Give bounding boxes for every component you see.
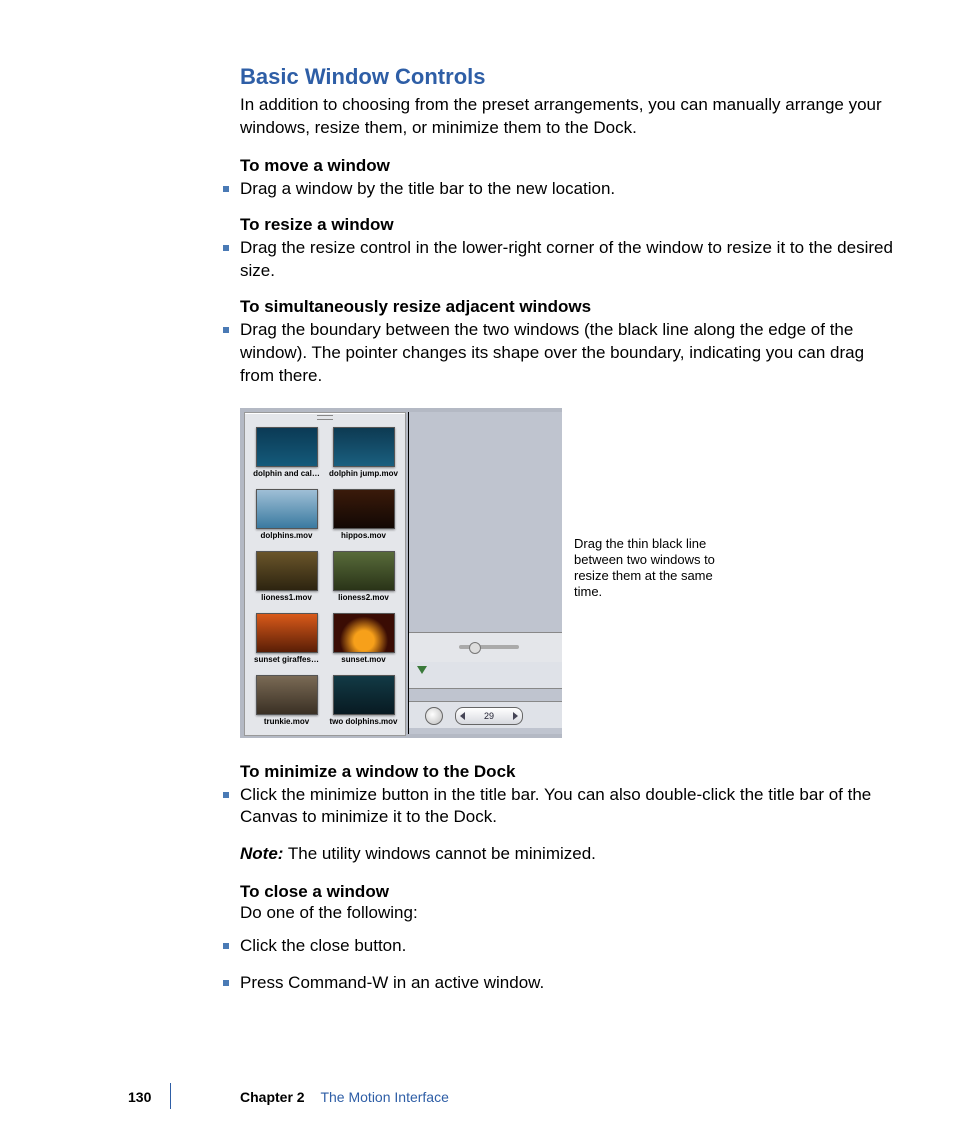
thumbnail-cell: two dolphins.mov [328, 675, 399, 733]
timeline-pane: 29 [408, 412, 562, 734]
subhead-move: To move a window [240, 156, 898, 176]
thumbnail-cell: sunset.mov [328, 613, 399, 671]
thumbnail-image [256, 551, 318, 591]
thumbnail-label: sunset giraffes… [252, 655, 322, 664]
thumbnail-label: hippos.mov [329, 531, 399, 540]
note-label: Note: [240, 844, 283, 863]
thumbnail-label: trunkie.mov [252, 717, 322, 726]
file-browser-pane: dolphin and cal… dolphin jump.mov dolphins… [244, 412, 406, 736]
figure-callout: Drag the thin black line between two win… [574, 536, 734, 601]
timeline-transport: 29 [409, 701, 562, 728]
thumbnail-image [256, 427, 318, 467]
page-number: 130 [128, 1089, 151, 1105]
subhead-simultaneous-resize: To simultaneously resize adjacent window… [240, 297, 898, 317]
bullet-minimize: Click the minimize button in the title b… [240, 784, 898, 830]
playhead-marker-icon [417, 666, 427, 674]
thumbnail-image [256, 675, 318, 715]
thumbnail-image [256, 613, 318, 653]
timeline-ruler [409, 632, 562, 664]
thumbnail-image [333, 427, 395, 467]
thumbnail-cell: dolphin jump.mov [328, 427, 399, 485]
thumbnail-label: sunset.mov [329, 655, 399, 664]
timeline-track [409, 662, 562, 689]
thumbnail-cell: dolphin and cal… [251, 427, 322, 485]
thumbnail-image [256, 489, 318, 529]
bullet-resize: Drag the resize control in the lower-rig… [240, 237, 898, 283]
footer-rule [170, 1083, 171, 1109]
frame-counter: 29 [455, 707, 523, 725]
zoom-slider [459, 645, 519, 649]
bullet-move: Drag a window by the title bar to the ne… [240, 178, 898, 201]
thumbnail-label: two dolphins.mov [329, 717, 399, 726]
bullet-simultaneous-resize: Drag the boundary between the two window… [240, 319, 898, 388]
thumbnail-image [333, 489, 395, 529]
bullet-close-1: Click the close button. [240, 935, 898, 958]
thumbnail-image [333, 613, 395, 653]
subhead-close: To close a window [240, 882, 898, 902]
thumbnail-label: dolphin jump.mov [329, 469, 399, 478]
thumbnail-cell: sunset giraffes… [251, 613, 322, 671]
note-body: The utility windows cannot be minimized. [283, 844, 595, 863]
thumbnail-grid: dolphin and cal… dolphin jump.mov dolphins… [251, 427, 399, 729]
figure-area: dolphin and cal… dolphin jump.mov dolphins… [240, 408, 898, 738]
thumbnail-label: dolphins.mov [252, 531, 322, 540]
chapter-label: Chapter 2 [240, 1089, 305, 1105]
jog-wheel-icon [425, 707, 443, 725]
thumbnail-cell: dolphins.mov [251, 489, 322, 547]
intro-paragraph: In addition to choosing from the preset … [240, 94, 898, 140]
thumbnail-cell: trunkie.mov [251, 675, 322, 733]
thumbnail-cell: hippos.mov [328, 489, 399, 547]
thumbnail-image [333, 675, 395, 715]
thumbnail-image [333, 551, 395, 591]
thumbnail-label: lioness2.mov [329, 593, 399, 602]
close-lead: Do one of the following: [240, 902, 898, 925]
subhead-minimize: To minimize a window to the Dock [240, 762, 898, 782]
thumbnail-label: dolphin and cal… [252, 469, 322, 478]
chapter-title: The Motion Interface [320, 1089, 448, 1105]
note-minimize: Note: The utility windows cannot be mini… [240, 843, 898, 866]
footer-chapter: Chapter 2 The Motion Interface [240, 1089, 449, 1105]
thumbnail-cell: lioness2.mov [328, 551, 399, 609]
bullet-close-2: Press Command-W in an active window. [240, 972, 898, 995]
screenshot-figure: dolphin and cal… dolphin jump.mov dolphins… [240, 408, 562, 738]
thumbnail-cell: lioness1.mov [251, 551, 322, 609]
subhead-resize: To resize a window [240, 215, 898, 235]
section-heading: Basic Window Controls [240, 64, 898, 90]
thumbnail-label: lioness1.mov [252, 593, 322, 602]
page-footer: 130 Chapter 2 The Motion Interface [0, 1077, 954, 1105]
drag-handle-icon [317, 415, 333, 420]
